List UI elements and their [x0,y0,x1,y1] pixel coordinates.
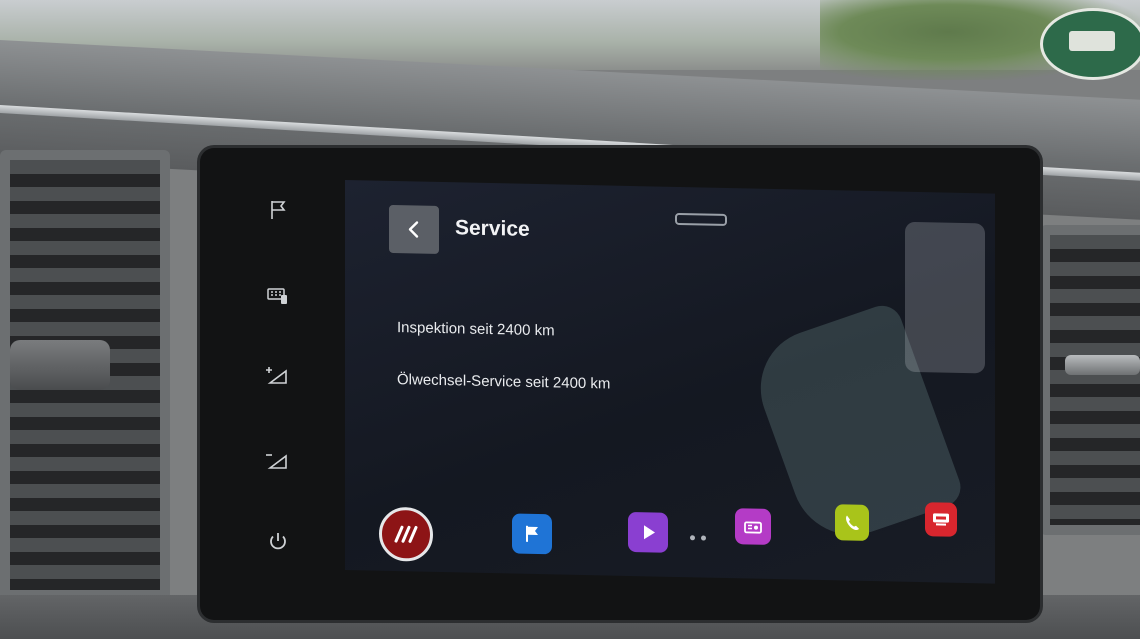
brand-button[interactable] [379,506,433,562]
car-icon [933,513,949,526]
radio-icon [744,521,762,534]
page-dot [690,535,695,541]
brightness-up-button[interactable] [238,355,318,395]
infotainment-screen: Service Inspektion seit 2400 km Ölwechse… [345,180,995,584]
flag-icon [271,201,286,219]
power-icon [270,533,286,550]
vent-knob-left [10,340,110,390]
page-title: Service [455,216,530,241]
flag-button[interactable] [238,190,318,230]
media-icon [644,525,655,540]
screen-reflection-window [905,221,985,374]
keyboard-icon [267,288,287,304]
inspection-status: Inspektion seit 2400 km [397,319,555,340]
vignette-sticker [1040,8,1140,80]
side-button-panel [238,190,318,570]
keyboard-button[interactable] [238,275,318,315]
car-settings-app[interactable] [925,502,957,537]
back-button[interactable] [389,204,439,254]
radio-app[interactable] [735,508,771,545]
brightness-down-button[interactable] [238,440,318,480]
power-button[interactable] [238,522,318,562]
pull-down-handle[interactable] [675,212,727,227]
navigation-icon [526,525,538,542]
navigation-app[interactable] [512,513,552,555]
oil-service-status: Ölwechsel-Service seit 2400 km [397,371,611,393]
page-dot [701,535,706,541]
brand-logo-icon [394,525,418,543]
media-app[interactable] [628,511,668,553]
vent-knob-right [1065,355,1140,375]
chevron-left-icon [408,221,419,238]
brightness-up-icon [266,367,287,384]
page-indicator [690,535,706,541]
app-dock [345,490,995,574]
brightness-down-icon [266,454,287,469]
phone-app[interactable] [835,504,869,541]
phone-icon [846,515,859,531]
air-vent-right [1040,225,1140,535]
